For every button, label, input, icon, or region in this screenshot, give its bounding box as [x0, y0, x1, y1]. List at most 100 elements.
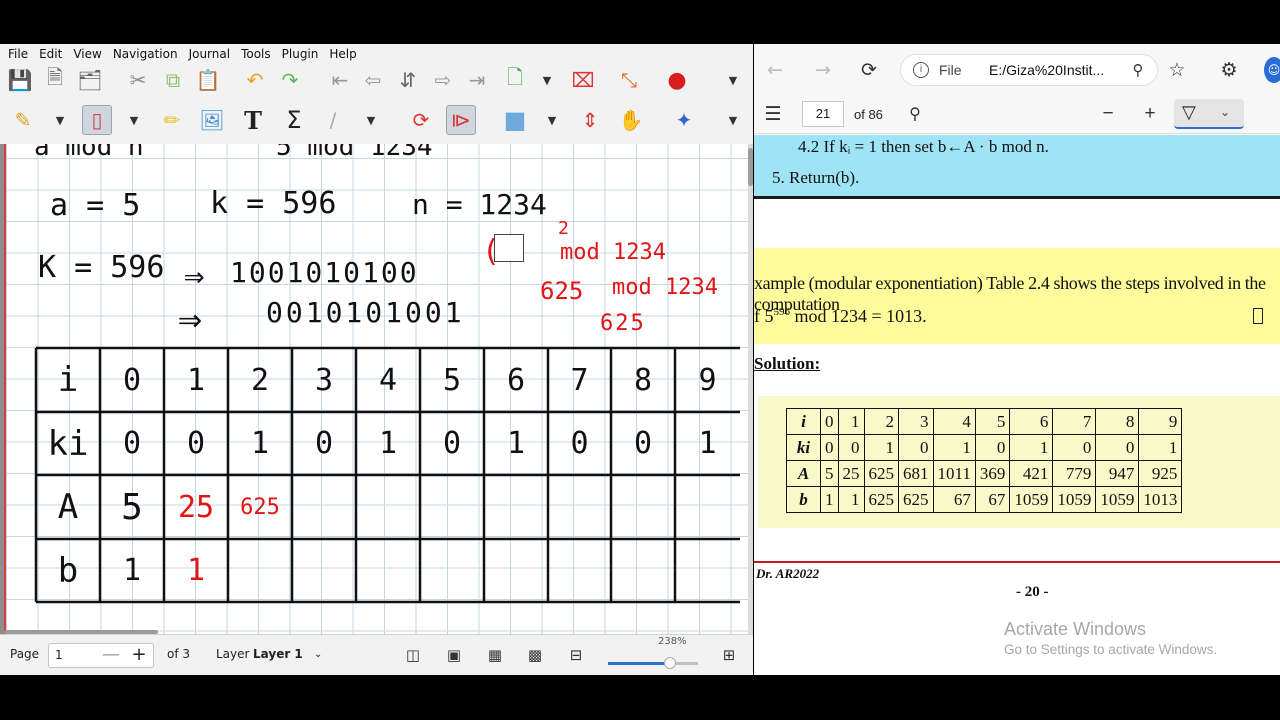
- first-page-icon[interactable]: ⇤: [325, 65, 355, 95]
- profile-icon[interactable]: ☺: [1264, 57, 1280, 83]
- menu-view[interactable]: View: [69, 47, 105, 61]
- vertical-scroll-thumb[interactable]: [748, 148, 753, 186]
- menu-journal[interactable]: Journal: [185, 47, 235, 61]
- sheet-cell: [484, 475, 548, 539]
- shape-recognizer-icon[interactable]: ✦: [669, 105, 699, 135]
- save-icon[interactable]: 💾: [5, 65, 35, 95]
- pen-icon[interactable]: ✎: [8, 105, 38, 135]
- last-page-icon[interactable]: ⇥: [462, 65, 492, 95]
- table-cell: 1: [863, 434, 899, 461]
- search-icon[interactable]: ⚲: [902, 101, 928, 127]
- algorithm-step-4-2: 4.2 If kᵢ = 1 then set b←A · b mod n.: [798, 137, 1049, 156]
- chevron-down-icon[interactable]: ▼: [127, 105, 141, 135]
- vertical-space-icon[interactable]: ⇕: [575, 105, 605, 135]
- goto-page-icon[interactable]: ⇵: [393, 65, 423, 95]
- sheet-cell: [548, 539, 611, 602]
- table-row-header: A: [786, 460, 821, 487]
- url-path[interactable]: E:/Giza%20Instit...: [989, 62, 1104, 78]
- presentation-view-icon[interactable]: ▣: [443, 644, 465, 666]
- table-cell: 8: [1095, 408, 1140, 435]
- back-icon[interactable]: ←: [762, 57, 788, 83]
- chevron-down-icon[interactable]: ▼: [53, 105, 67, 135]
- zoom-slider[interactable]: [608, 662, 698, 665]
- next-page-icon[interactable]: ⇨: [428, 65, 458, 95]
- table-cell: 1059: [1052, 486, 1097, 513]
- table-row-header: b: [786, 486, 821, 513]
- line-icon[interactable]: ∕: [318, 105, 348, 135]
- menu-edit[interactable]: Edit: [35, 47, 66, 61]
- chevron-down-icon[interactable]: ▼: [540, 65, 554, 95]
- table-cell: 1059: [1095, 486, 1140, 513]
- page-decrement-button[interactable]: —: [99, 644, 123, 667]
- delete-page-icon[interactable]: ⌧: [568, 65, 598, 95]
- sheet-cell: 7: [570, 362, 589, 398]
- cut-icon[interactable]: ✂: [123, 65, 153, 95]
- zoom-fit-icon[interactable]: ▦: [484, 644, 506, 666]
- chevron-down-icon[interactable]: ⌄: [314, 649, 322, 660]
- rectangle-icon[interactable]: ■: [500, 105, 530, 135]
- text-icon[interactable]: T: [238, 105, 268, 135]
- copy-icon[interactable]: ⧉: [158, 65, 188, 95]
- zoom-100-icon[interactable]: ▩: [524, 644, 546, 666]
- table-row: ki 0 0 1 0 1 0 1 0 0 1: [786, 434, 1183, 461]
- menu-navigation[interactable]: Navigation: [109, 47, 182, 61]
- forward-icon[interactable]: →: [810, 57, 836, 83]
- layer-selector[interactable]: Layer 1: [253, 647, 303, 661]
- address-bar-row: ← → ⟳ i File E:/Giza%20Instit... ⚲ ☆ ⚙ ☺: [754, 44, 1280, 94]
- zoom-slider-handle[interactable]: [664, 657, 676, 669]
- undo-redo-icon[interactable]: ⟳: [406, 105, 436, 135]
- zoom-in-icon[interactable]: ⊞: [718, 644, 740, 666]
- sheet-row-label: b: [57, 550, 79, 591]
- pdf-page-field[interactable]: 21: [802, 101, 844, 127]
- canvas-area[interactable]: a mod n 5 mod 1234 a = 5 k = 596 n = 123…: [0, 144, 753, 634]
- insert-page-icon[interactable]: 🗋: [500, 65, 530, 95]
- redo-icon[interactable]: ↷: [275, 65, 305, 95]
- zoom-icon[interactable]: ⚲: [1125, 57, 1151, 83]
- image-icon[interactable]: 🖼: [197, 105, 227, 135]
- page-increment-button[interactable]: +: [127, 644, 151, 667]
- new-page-icon[interactable]: 🗎: [40, 65, 70, 95]
- chevron-down-icon[interactable]: ▼: [545, 105, 559, 135]
- fullscreen-icon[interactable]: ⤡: [614, 65, 644, 95]
- previous-page-icon[interactable]: ⇦: [358, 65, 388, 95]
- chevron-down-icon[interactable]: ▼: [726, 105, 740, 135]
- address-bar[interactable]: i File E:/Giza%20Instit...: [900, 54, 1158, 86]
- chevron-down-icon[interactable]: ▼: [364, 105, 378, 135]
- menu-file[interactable]: File: [4, 47, 32, 61]
- sheet-cell: 0: [442, 426, 462, 461]
- menu-help[interactable]: Help: [325, 47, 360, 61]
- sheet-cell: [356, 475, 420, 539]
- extensions-icon[interactable]: ⚙: [1216, 57, 1242, 83]
- info-icon[interactable]: i: [913, 62, 929, 78]
- table-cell: 1: [837, 486, 865, 513]
- math-icon[interactable]: Σ: [279, 105, 309, 135]
- zoom-in-icon[interactable]: +: [1137, 101, 1163, 127]
- select-icon[interactable]: ⧐: [446, 105, 476, 135]
- zoom-out-icon[interactable]: ⊟: [565, 644, 587, 666]
- hand-icon[interactable]: ✋: [616, 105, 646, 135]
- page-number-value[interactable]: 1: [55, 648, 63, 662]
- undo-icon[interactable]: ↶: [240, 65, 270, 95]
- graph-paper-page[interactable]: a mod n 5 mod 1234 a = 5 k = 596 n = 123…: [4, 144, 748, 634]
- chevron-down-icon[interactable]: ⌄: [1220, 105, 1230, 119]
- open-icon[interactable]: 🗂: [75, 65, 105, 95]
- refresh-icon[interactable]: ⟳: [856, 57, 882, 83]
- page-number-field[interactable]: 1 — +: [48, 643, 154, 668]
- draw-button[interactable]: ▽ ⌄: [1174, 99, 1244, 129]
- table-cell: 2: [863, 408, 899, 435]
- paste-icon[interactable]: 📋: [193, 65, 223, 95]
- vertical-scrollbar[interactable]: [748, 144, 753, 634]
- record-icon[interactable]: ●: [662, 65, 692, 95]
- contents-icon[interactable]: ☰: [760, 101, 786, 127]
- two-page-view-icon[interactable]: ◫: [402, 644, 424, 666]
- menu-tools[interactable]: Tools: [237, 47, 275, 61]
- favorites-icon[interactable]: ☆: [1164, 57, 1190, 83]
- table-cell: 1: [820, 486, 839, 513]
- menu-plugin[interactable]: Plugin: [278, 47, 323, 61]
- zoom-out-icon[interactable]: −: [1095, 101, 1121, 127]
- highlighter-icon[interactable]: ✏: [157, 105, 187, 135]
- eraser-icon[interactable]: ▯: [82, 105, 112, 135]
- chevron-down-icon[interactable]: ▼: [726, 65, 740, 95]
- algorithm-band: 4.2 If kᵢ = 1 then set b←A · b mod n. 5.…: [754, 135, 1280, 199]
- table-row: b 1 1 625 625 67 67 1059 1059 1059 1013: [786, 486, 1183, 513]
